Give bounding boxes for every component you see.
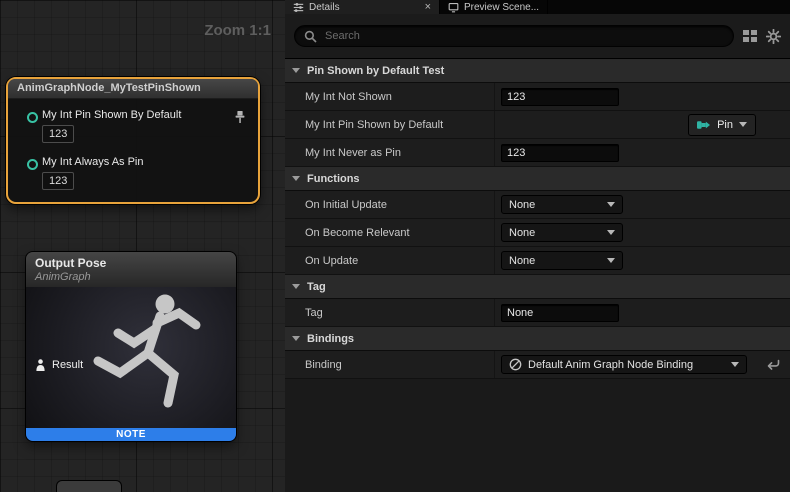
section-header-tag[interactable]: Tag xyxy=(285,275,790,299)
chevron-down-icon xyxy=(607,202,615,207)
section-header-bindings[interactable]: Bindings xyxy=(285,327,790,351)
zoom-level-label: Zoom 1:1 xyxy=(204,22,271,39)
chevron-down-icon xyxy=(292,68,300,73)
property-value xyxy=(495,139,790,166)
details-toolbar xyxy=(285,14,790,59)
output-pose-node[interactable]: Output Pose AnimGraph xyxy=(26,252,236,441)
binding-dropdown[interactable]: Default Anim Graph Node Binding xyxy=(501,355,747,374)
anim-graph-canvas[interactable]: Zoom 1:1 AnimGraphNode_MyTestPinShown My… xyxy=(0,0,286,492)
node-subtitle: AnimGraph xyxy=(35,271,227,283)
property-value: None xyxy=(495,191,790,218)
my-int-never-as-pin-input[interactable] xyxy=(501,144,619,162)
reset-binding-icon[interactable] xyxy=(766,359,780,371)
search-icon xyxy=(304,30,317,43)
chevron-down-icon xyxy=(607,258,615,263)
property-label: Tag xyxy=(285,299,495,326)
pin-button-label: Pin xyxy=(717,119,733,131)
int-pin-icon[interactable] xyxy=(27,159,38,170)
property-value xyxy=(495,83,790,110)
property-row: My Int Pin Shown by Default Pin xyxy=(285,111,790,139)
node-body: My Int Pin Shown By Default 123 My Int A… xyxy=(8,99,258,202)
my-int-not-shown-input[interactable] xyxy=(501,88,619,106)
pin-icon xyxy=(697,120,711,130)
pin-default-value[interactable]: 123 xyxy=(42,172,74,190)
tab-preview-scene[interactable]: Preview Scene... xyxy=(440,0,548,14)
tag-input[interactable] xyxy=(501,304,619,322)
property-label: My Int Not Shown xyxy=(285,83,495,110)
thumbtack-icon[interactable] xyxy=(234,110,246,124)
section-header-functions[interactable]: Functions xyxy=(285,167,790,191)
gear-icon[interactable] xyxy=(766,29,781,44)
details-tab-icon xyxy=(293,2,304,13)
tab-label: Preview Scene... xyxy=(464,2,539,13)
pin-default-value[interactable]: 123 xyxy=(42,125,74,143)
property-value: None xyxy=(495,219,790,246)
binding-class-icon xyxy=(509,358,522,371)
property-label: Binding xyxy=(285,351,495,378)
node-pin-row: My Int Pin Shown By Default 123 xyxy=(42,109,248,143)
search-box[interactable] xyxy=(294,25,734,47)
result-pin-label: Result xyxy=(52,359,83,371)
result-pin-row[interactable]: Result xyxy=(35,359,83,371)
node-header[interactable]: Output Pose AnimGraph xyxy=(26,252,236,287)
property-label: My Int Pin Shown by Default xyxy=(285,111,495,138)
chevron-down-icon xyxy=(731,362,739,367)
property-value: None xyxy=(495,247,790,274)
property-row: My Int Not Shown xyxy=(285,83,790,111)
tab-bar: Details × Preview Scene... xyxy=(285,0,790,14)
anim-graph-test-node[interactable]: AnimGraphNode_MyTestPinShown My Int Pin … xyxy=(6,77,260,204)
chevron-down-icon xyxy=(292,176,300,181)
property-row: Tag xyxy=(285,299,790,327)
node-pin-row: My Int Always As Pin 123 xyxy=(42,156,248,190)
section-header-pin-shown-by-default-test[interactable]: Pin Shown by Default Test xyxy=(285,59,790,83)
details-empty-area xyxy=(285,379,790,492)
on-initial-update-dropdown[interactable]: None xyxy=(501,195,623,214)
property-row: On Initial Update None xyxy=(285,191,790,219)
pin-label: My Int Pin Shown By Default xyxy=(42,109,248,121)
property-label: My Int Never as Pin xyxy=(285,139,495,166)
tab-label: Details xyxy=(309,2,340,13)
property-row: My Int Never as Pin xyxy=(285,139,790,167)
on-update-dropdown[interactable]: None xyxy=(501,251,623,270)
note-banner[interactable]: NOTE xyxy=(26,428,236,441)
details-panel: Details × Preview Scene... xyxy=(285,0,790,492)
chevron-down-icon xyxy=(607,230,615,235)
view-options-grid-icon[interactable] xyxy=(743,30,757,42)
pin-visibility-button[interactable]: Pin xyxy=(688,114,756,136)
tab-details[interactable]: Details × xyxy=(285,0,440,14)
preview-scene-tab-icon xyxy=(448,2,459,13)
node-title: Output Pose xyxy=(35,256,227,270)
on-become-relevant-dropdown[interactable]: None xyxy=(501,223,623,242)
close-icon[interactable]: × xyxy=(425,2,431,12)
chevron-down-icon xyxy=(292,284,300,289)
unreal-editor-window: Zoom 1:1 AnimGraphNode_MyTestPinShown My… xyxy=(0,0,790,492)
pose-pin-icon[interactable] xyxy=(35,359,46,371)
pin-label: My Int Always As Pin xyxy=(42,156,248,168)
int-pin-icon[interactable] xyxy=(27,112,38,123)
property-label: On Become Relevant xyxy=(285,219,495,246)
chevron-down-icon xyxy=(739,122,747,127)
property-value: Pin xyxy=(495,111,790,138)
mannequin-preview: Result xyxy=(26,287,236,428)
property-label: On Update xyxy=(285,247,495,274)
search-input[interactable] xyxy=(323,29,724,43)
property-row: Binding Default Anim Graph Node Binding xyxy=(285,351,790,379)
property-row: On Become Relevant None xyxy=(285,219,790,247)
property-value: Default Anim Graph Node Binding xyxy=(495,351,790,378)
partially-visible-node[interactable] xyxy=(57,481,121,492)
node-title[interactable]: AnimGraphNode_MyTestPinShown xyxy=(8,79,258,99)
chevron-down-icon xyxy=(292,336,300,341)
property-row: On Update None xyxy=(285,247,790,275)
property-label: On Initial Update xyxy=(285,191,495,218)
mannequin-figure xyxy=(78,289,230,427)
property-value xyxy=(495,299,790,326)
